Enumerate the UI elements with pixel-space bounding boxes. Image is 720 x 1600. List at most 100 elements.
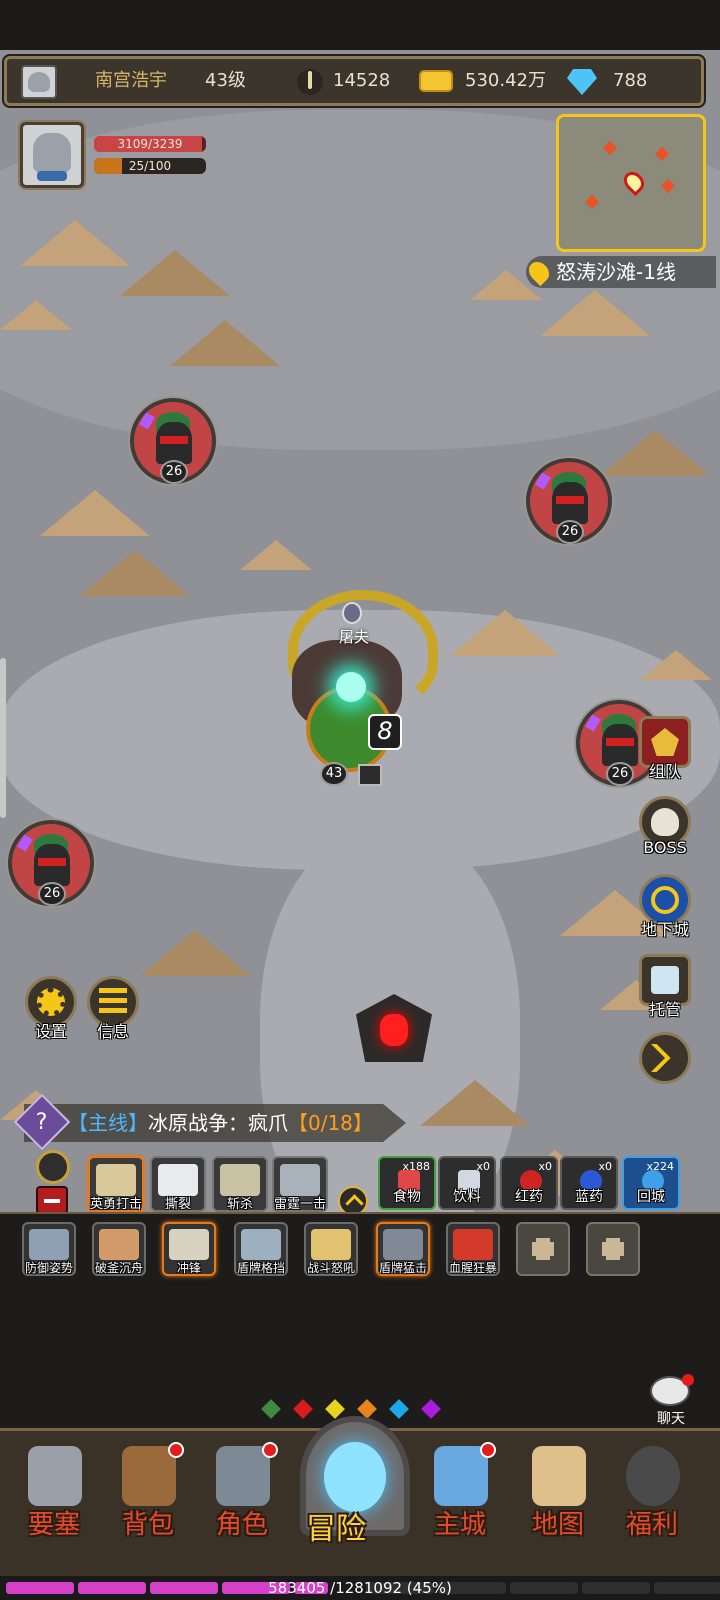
expand-arrow-button[interactable] <box>636 1032 694 1102</box>
item-blue-potion[interactable]: x0 蓝药 <box>560 1156 618 1210</box>
nav-label: 冒险 <box>306 1512 366 1547</box>
item-label: 饮料 <box>453 1189 481 1205</box>
nav-label: 角色 <box>215 1510 268 1540</box>
skill-label: 血腥狂暴 <box>448 1261 497 1275</box>
minimap-enemy-icon <box>584 194 600 210</box>
passive-skill-slot[interactable]: 战斗怒吼 <box>304 1222 358 1276</box>
diamond-icon[interactable] <box>567 69 597 95</box>
skill-slot[interactable]: 英勇打击 <box>88 1156 144 1212</box>
minimap-enemy-icon <box>654 146 670 162</box>
chat-button[interactable]: 聊天 <box>646 1374 696 1427</box>
skill-label: 雷霆一击 <box>273 1197 326 1212</box>
settings-button[interactable]: 设置 <box>22 976 80 1046</box>
nav-main-city[interactable]: 主城 <box>420 1440 500 1544</box>
combo-counter: 8 <box>368 714 402 750</box>
nav-label: 地图 <box>531 1510 584 1540</box>
quest-tag: 【主线】 <box>68 1111 148 1135</box>
nav-label: 主城 <box>433 1510 486 1540</box>
item-return-town[interactable]: x224 回城 <box>622 1156 680 1210</box>
enemy-marker[interactable]: 26 <box>8 820 94 906</box>
charge-icon <box>169 1229 209 1260</box>
combat-power-value: 14528 <box>333 70 391 91</box>
green-gem-icon <box>261 1399 281 1419</box>
thunder-clap-icon <box>280 1164 320 1196</box>
fortress-icon <box>28 1446 82 1506</box>
passive-skill-slot[interactable]: 冲锋 <box>162 1222 216 1276</box>
skill-slot[interactable]: 斩杀 <box>212 1156 268 1212</box>
auto-button[interactable]: 托管 <box>636 954 694 1024</box>
empty-skill-slot-plus-icon[interactable] <box>586 1222 640 1276</box>
location-label[interactable]: 怒涛沙滩-1线 <box>524 256 716 288</box>
quest-tracker[interactable]: 【主线】冰原战争：疯爪【0/18】 <box>24 1104 406 1142</box>
boss-button[interactable]: BOSS <box>636 796 694 866</box>
player-level: 43级 <box>205 70 246 91</box>
minimap[interactable] <box>556 114 706 252</box>
staff-gem-icon <box>17 834 33 852</box>
enemy-marker[interactable]: 26 <box>526 458 612 544</box>
diamond-value: 788 <box>613 70 648 91</box>
passive-skill-slot[interactable]: 防御姿势 <box>22 1222 76 1276</box>
top-status-bar: 南宫浩宇 43级 14528 530.42万 788 <box>4 56 704 106</box>
hp-text: 3109/3239 <box>117 137 183 151</box>
skill-slot[interactable]: 雷霆一击 <box>272 1156 328 1212</box>
boss-shield-icon <box>342 602 362 624</box>
nav-map[interactable]: 地图 <box>518 1440 598 1544</box>
item-red-potion[interactable]: x0 红药 <box>500 1156 558 1210</box>
item-label: 红药 <box>515 1189 543 1205</box>
rend-icon <box>158 1164 198 1196</box>
player-avatar-icon[interactable] <box>21 65 57 99</box>
purple-gem-icon <box>421 1399 441 1419</box>
skill-label: 撕裂 <box>164 1197 191 1212</box>
item-count: x0 <box>476 1160 490 1173</box>
enemy-level: 26 <box>556 520 584 544</box>
nav-fortress[interactable]: 要塞 <box>14 1440 94 1544</box>
sword-strike-icon <box>96 1164 136 1196</box>
boss-encounter[interactable]: 屠夫 8 43 <box>284 590 440 800</box>
quest-title: 冰原战争：疯爪 <box>148 1111 288 1135</box>
nav-welfare[interactable]: 福利 <box>612 1440 692 1544</box>
empty-skill-slot-plus-icon[interactable] <box>516 1222 570 1276</box>
nav-backpack[interactable]: 背包 <box>108 1440 188 1544</box>
rage-text: 25/100 <box>128 159 172 173</box>
player-marker-level: 43 <box>320 762 348 786</box>
nav-adventure[interactable]: 冒险 <box>296 1416 410 1547</box>
info-button[interactable]: 信息 <box>84 976 142 1046</box>
dungeon-button[interactable]: 地下城 <box>636 874 694 944</box>
item-drink[interactable]: x0 饮料 <box>438 1156 496 1210</box>
passive-skill-slot[interactable]: 血腥狂暴 <box>446 1222 500 1276</box>
defense-stance-icon <box>29 1229 69 1260</box>
nav-label: 要塞 <box>27 1510 80 1540</box>
castle-icon <box>434 1446 488 1506</box>
skill-slot[interactable]: 撕裂 <box>150 1156 206 1212</box>
boss-label: BOSS <box>643 838 687 857</box>
minimap-enemy-icon <box>660 178 676 194</box>
dungeon-label: 地下城 <box>640 920 689 939</box>
shield-block-icon <box>241 1229 281 1260</box>
nav-character[interactable]: 角色 <box>202 1440 282 1544</box>
skill-label: 盾牌格挡 <box>236 1261 285 1275</box>
hero-portrait[interactable] <box>20 122 84 188</box>
swap-skillset-icon[interactable] <box>36 1150 70 1184</box>
item-food[interactable]: x188 食物 <box>378 1156 436 1210</box>
item-label: 蓝药 <box>575 1189 603 1205</box>
passive-skill-slot[interactable]: 破釜沉舟 <box>92 1222 146 1276</box>
battle-shout-icon <box>311 1229 351 1260</box>
skill-label: 战斗怒吼 <box>306 1261 355 1275</box>
collapse-minus-button[interactable] <box>36 1186 68 1214</box>
edge-handle[interactable] <box>0 658 6 818</box>
item-count: x0 <box>538 1160 552 1173</box>
team-button[interactable]: 组队 <box>636 716 694 786</box>
info-label: 信息 <box>96 1022 129 1041</box>
passive-skill-slot[interactable]: 盾牌猛击 <box>376 1222 430 1276</box>
passive-skill-slot[interactable]: 盾牌格挡 <box>234 1222 288 1276</box>
gold-add-icon[interactable] <box>419 70 453 92</box>
menu-lines-icon <box>99 988 127 1016</box>
enemy-marker[interactable]: 26 <box>130 398 216 484</box>
item-label: 食物 <box>393 1189 421 1205</box>
skill-label: 防御姿势 <box>24 1261 73 1275</box>
last-stand-icon <box>99 1229 139 1260</box>
gold-value: 530.42万 <box>465 70 546 91</box>
bloodrage-icon <box>453 1229 493 1260</box>
execute-icon <box>220 1164 260 1196</box>
staff-gem-icon <box>139 412 155 430</box>
